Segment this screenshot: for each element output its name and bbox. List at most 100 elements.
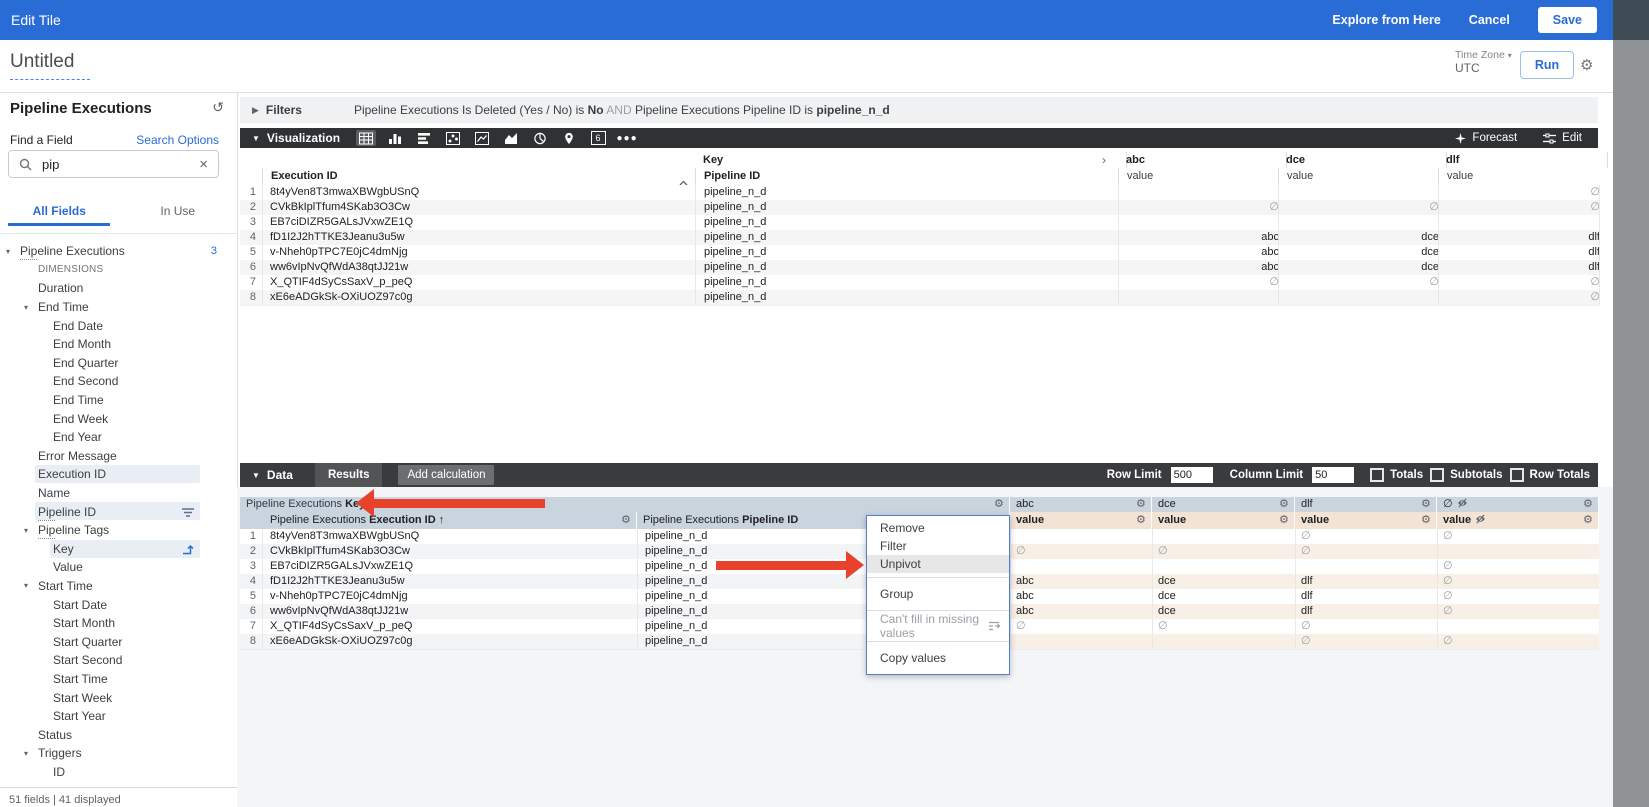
execution-id-cell[interactable]: CVkBkIplTfum4SKab3O3Cw	[262, 200, 703, 215]
pivot-icon[interactable]	[182, 544, 195, 558]
pivot-value-cell[interactable]: ∅	[1443, 529, 1453, 544]
results-measure-header[interactable]: value	[1010, 512, 1152, 529]
table-chart-icon[interactable]	[356, 130, 376, 146]
sidebar-field-execution-id[interactable]: Execution ID	[0, 465, 237, 484]
execution-id-cell[interactable]: ww6vIpNvQfWdA38qtJJ21w	[270, 604, 408, 619]
pivot-value-cell[interactable]	[1278, 215, 1448, 230]
pivot-value-cell[interactable]	[1438, 215, 1609, 230]
gear-icon[interactable]: ⚙	[994, 497, 1004, 512]
sidebar-field-end-date[interactable]: End Date	[0, 316, 237, 335]
collapse-data-icon[interactable]: ▼	[252, 471, 260, 480]
line-chart-icon[interactable]	[472, 130, 492, 146]
gear-icon[interactable]: ⚙	[1421, 497, 1431, 512]
pipeline-id-cell[interactable]: pipeline_n_d	[695, 200, 1127, 215]
execution-id-cell[interactable]: X_QTIF4dSyCsSaxV_p_peQ	[270, 619, 412, 634]
pivot-value-cell[interactable]	[1118, 290, 1288, 305]
gear-icon[interactable]: ⚙	[1580, 56, 1593, 74]
row-limit-input[interactable]	[1171, 467, 1213, 483]
sidebar-field-start-date[interactable]: Start Date	[0, 595, 237, 614]
sidebar-field-start-second[interactable]: Start Second	[0, 651, 237, 670]
pipeline-id-cell[interactable]: pipeline_n_d	[645, 574, 707, 589]
pivot-value-cell[interactable]: ∅	[1443, 574, 1453, 589]
sidebar-field-end-week[interactable]: End Week	[0, 409, 237, 428]
column-limit-input[interactable]	[1312, 467, 1354, 483]
execution-id-cell[interactable]: ww6vIpNvQfWdA38qtJJ21w	[262, 260, 703, 275]
pivot-value-cell[interactable]: ∅	[1301, 619, 1311, 634]
pivot-value-cell[interactable]: abc	[1118, 245, 1288, 260]
pipeline-id-cell[interactable]: pipeline_n_d	[645, 529, 707, 544]
search-options-link[interactable]: Search Options	[136, 133, 219, 147]
viz-pivot-value-header[interactable]: abc	[1118, 152, 1287, 168]
sidebar-field-triggers[interactable]: ▾Triggers	[0, 744, 237, 763]
pipeline-id-cell[interactable]: pipeline_n_d	[695, 185, 1127, 200]
gear-icon[interactable]: ⚙	[621, 512, 631, 529]
pivot-value-cell[interactable]: abc	[1016, 574, 1034, 589]
collapse-caret-icon[interactable]: ▾	[24, 526, 28, 535]
sidebar-field-key[interactable]: Key	[0, 540, 237, 559]
results-pivot-value-header[interactable]: dce	[1152, 497, 1295, 512]
sidebar-field-end-second[interactable]: End Second	[0, 372, 237, 391]
results-pivot-value-header[interactable]: dlf	[1295, 497, 1437, 512]
sidebar-field-name[interactable]: Name	[0, 484, 237, 503]
pivot-value-cell[interactable]: dce	[1278, 260, 1448, 275]
sidebar-field-pipeline-id[interactable]: Pipeline ID	[0, 502, 237, 521]
gear-icon[interactable]: ⚙	[1279, 497, 1289, 512]
pivot-value-cell[interactable]: ∅	[1443, 634, 1453, 649]
results-measure-header[interactable]: value	[1437, 512, 1599, 529]
pivot-value-cell[interactable]	[1278, 185, 1448, 200]
pivot-value-cell[interactable]: ∅	[1443, 604, 1453, 619]
pivot-value-cell[interactable]	[1118, 215, 1288, 230]
pivot-value-cell[interactable]	[1278, 290, 1448, 305]
collapse-caret-icon[interactable]: ▾	[24, 303, 28, 312]
menu-item-copy-values[interactable]: Copy values	[867, 646, 1009, 670]
pivot-value-cell[interactable]: ∅	[1438, 185, 1609, 200]
tile-title-input[interactable]: Untitled	[10, 51, 90, 80]
pivot-value-cell[interactable]: ∅	[1438, 290, 1609, 305]
sidebar-field-duration[interactable]: Duration	[0, 279, 237, 298]
pivot-value-cell[interactable]: ∅	[1301, 544, 1311, 559]
sidebar-field-start-quarter[interactable]: Start Quarter	[0, 632, 237, 651]
gear-icon[interactable]: ⚙	[1136, 497, 1146, 512]
execution-id-cell[interactable]: 8t4yVen8T3mwaXBWgbUSnQ	[270, 529, 419, 544]
sidebar-field-start-week[interactable]: Start Week	[0, 688, 237, 707]
pivot-value-cell[interactable]: dce	[1158, 574, 1176, 589]
field-search-box[interactable]: ×	[8, 150, 219, 178]
viz-pivot-field-header[interactable]: Key	[695, 152, 1127, 168]
execution-id-cell[interactable]: fD1I2J2hTTKE3Jeanu3u5w	[262, 230, 703, 245]
map-chart-icon[interactable]	[559, 130, 579, 146]
sidebar-field-end-month[interactable]: End Month	[0, 335, 237, 354]
pipeline-id-cell[interactable]: pipeline_n_d	[645, 589, 707, 604]
pivot-value-cell[interactable]: ∅	[1016, 619, 1026, 634]
menu-item-unpivot[interactable]: Unpivot	[867, 555, 1009, 573]
sidebar-field-end-year[interactable]: End Year	[0, 428, 237, 447]
pivot-value-cell[interactable]: ∅	[1438, 275, 1609, 290]
pivot-value-cell[interactable]: dlf	[1301, 589, 1313, 604]
pivot-value-cell[interactable]: abc	[1118, 230, 1288, 245]
checkbox-icon[interactable]	[1430, 468, 1444, 482]
pipeline-id-cell[interactable]: pipeline_n_d	[695, 215, 1127, 230]
sidebar-field-error-message[interactable]: Error Message	[0, 447, 237, 466]
edit-viz-button[interactable]: Edit	[1543, 132, 1582, 144]
results-pivot-value-header[interactable]: abc	[1010, 497, 1152, 512]
pivot-value-cell[interactable]: ∅	[1016, 544, 1026, 559]
area-chart-icon[interactable]	[501, 130, 521, 146]
save-button[interactable]: Save	[1538, 7, 1597, 33]
pipeline-id-cell[interactable]: pipeline_n_d	[695, 230, 1127, 245]
execution-id-cell[interactable]: xE6eADGkSk-OXiUOZ97c0g	[270, 634, 412, 649]
checkbox-icon[interactable]	[1370, 468, 1384, 482]
run-button[interactable]: Run	[1520, 51, 1574, 79]
viz-measure-header[interactable]: value	[1118, 168, 1287, 185]
tab-results[interactable]: Results	[315, 463, 383, 487]
sidebar-field-end-time[interactable]: End Time	[0, 391, 237, 410]
expand-filters-icon[interactable]: ▶	[252, 105, 259, 116]
menu-item-filter[interactable]: Filter	[867, 537, 1009, 555]
results-measure-header[interactable]: value	[1152, 512, 1295, 529]
pipeline-id-cell[interactable]: pipeline_n_d	[645, 544, 707, 559]
execution-id-cell[interactable]: CVkBkIplTfum4SKab3O3Cw	[270, 544, 410, 559]
pipeline-id-cell[interactable]: pipeline_n_d	[695, 245, 1127, 260]
pivot-value-cell[interactable]: ∅	[1278, 275, 1448, 290]
sidebar-field-start-time[interactable]: ▾Start Time	[0, 577, 237, 596]
results-pivot-value-header[interactable]: ∅	[1437, 497, 1599, 512]
pivot-value-cell[interactable]: ∅	[1118, 200, 1288, 215]
pipeline-id-cell[interactable]: pipeline_n_d	[695, 260, 1127, 275]
